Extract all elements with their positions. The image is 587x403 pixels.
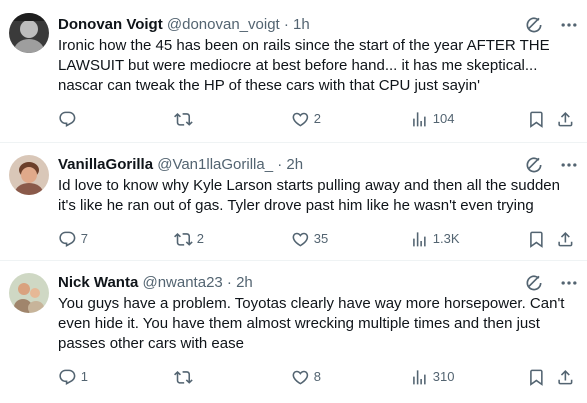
tweet[interactable]: Nick Wanta @nwanta23 · 2h You guys have … bbox=[0, 261, 587, 403]
share-icon bbox=[558, 231, 573, 247]
retweet-button[interactable] bbox=[174, 109, 197, 129]
views-button[interactable]: 310 bbox=[410, 367, 454, 387]
timestamp[interactable]: 2h bbox=[236, 274, 253, 291]
heart-icon bbox=[292, 232, 309, 247]
timestamp[interactable]: 2h bbox=[286, 156, 303, 173]
grok-icon[interactable] bbox=[524, 273, 544, 293]
reply-count: 7 bbox=[80, 231, 88, 246]
tweet[interactable]: Donovan Voigt @donovan_voigt · 1h Ironic… bbox=[0, 0, 587, 143]
reply-icon bbox=[59, 369, 76, 385]
bookmark-icon bbox=[530, 111, 543, 128]
bookmark-button[interactable] bbox=[527, 229, 546, 249]
bookmark-button[interactable] bbox=[527, 367, 546, 387]
like-count: 8 bbox=[313, 369, 321, 384]
like-button[interactable]: 8 bbox=[291, 367, 321, 387]
reply-button[interactable]: 7 bbox=[58, 229, 88, 249]
like-button[interactable]: 35 bbox=[291, 229, 328, 249]
tweet-text: Ironic how the 45 has been on rails sinc… bbox=[58, 37, 550, 94]
separator-dot: · bbox=[226, 274, 232, 291]
retweet-icon bbox=[174, 112, 193, 126]
share-icon bbox=[558, 111, 573, 127]
view-count: 104 bbox=[432, 111, 455, 126]
action-bar: 1 8 310 bbox=[0, 367, 587, 387]
share-button[interactable] bbox=[556, 109, 575, 129]
view-count: 310 bbox=[432, 369, 455, 384]
tweet-text: Id love to know why Kyle Larson starts p… bbox=[58, 177, 560, 214]
like-count: 35 bbox=[313, 231, 329, 246]
reply-icon bbox=[59, 111, 76, 127]
retweet-icon bbox=[174, 370, 193, 384]
timestamp[interactable]: 1h bbox=[293, 16, 310, 33]
retweet-button[interactable]: 2 bbox=[174, 229, 204, 249]
retweet-count: 2 bbox=[196, 231, 204, 246]
action-bar: 2 104 bbox=[0, 109, 587, 129]
tweet[interactable]: VanillaGorilla @Van1llaGorilla_ · 2h Id … bbox=[0, 143, 587, 261]
grok-icon[interactable] bbox=[524, 15, 544, 35]
bookmark-button[interactable] bbox=[527, 109, 546, 129]
retweet-icon bbox=[174, 232, 193, 246]
share-icon bbox=[558, 369, 573, 385]
tweet-text: You guys have a problem. Toyotas clearly… bbox=[58, 295, 565, 352]
share-button[interactable] bbox=[556, 229, 575, 249]
author-name[interactable]: Donovan Voigt bbox=[58, 16, 163, 33]
reply-count: 1 bbox=[80, 369, 88, 384]
more-icon[interactable] bbox=[559, 155, 579, 175]
action-bar: 7 2 35 1.3K bbox=[0, 229, 587, 249]
view-count: 1.3K bbox=[432, 231, 460, 246]
views-button[interactable]: 104 bbox=[410, 109, 454, 129]
more-icon[interactable] bbox=[559, 273, 579, 293]
heart-icon bbox=[292, 112, 309, 127]
avatar[interactable] bbox=[9, 273, 49, 313]
retweet-button[interactable] bbox=[174, 367, 197, 387]
like-button[interactable]: 2 bbox=[291, 109, 321, 129]
author-handle[interactable]: @donovan_voigt bbox=[167, 16, 280, 33]
more-icon[interactable] bbox=[559, 15, 579, 35]
avatar[interactable] bbox=[9, 155, 49, 195]
avatar[interactable] bbox=[9, 13, 49, 53]
grok-icon[interactable] bbox=[524, 155, 544, 175]
separator-dot: · bbox=[277, 156, 283, 173]
author-name[interactable]: Nick Wanta bbox=[58, 274, 138, 291]
heart-icon bbox=[292, 370, 309, 385]
like-count: 2 bbox=[313, 111, 321, 126]
author-name[interactable]: VanillaGorilla bbox=[58, 156, 153, 173]
views-button[interactable]: 1.3K bbox=[410, 229, 460, 249]
bookmark-icon bbox=[530, 369, 543, 386]
views-icon bbox=[413, 369, 426, 385]
share-button[interactable] bbox=[556, 367, 575, 387]
views-icon bbox=[413, 111, 426, 127]
reply-button[interactable] bbox=[58, 109, 81, 129]
separator-dot: · bbox=[283, 16, 289, 33]
author-handle[interactable]: @Van1llaGorilla_ bbox=[157, 156, 273, 173]
reply-button[interactable]: 1 bbox=[58, 367, 88, 387]
bookmark-icon bbox=[530, 231, 543, 248]
author-handle[interactable]: @nwanta23 bbox=[142, 274, 222, 291]
reply-icon bbox=[59, 231, 76, 247]
views-icon bbox=[413, 231, 426, 247]
